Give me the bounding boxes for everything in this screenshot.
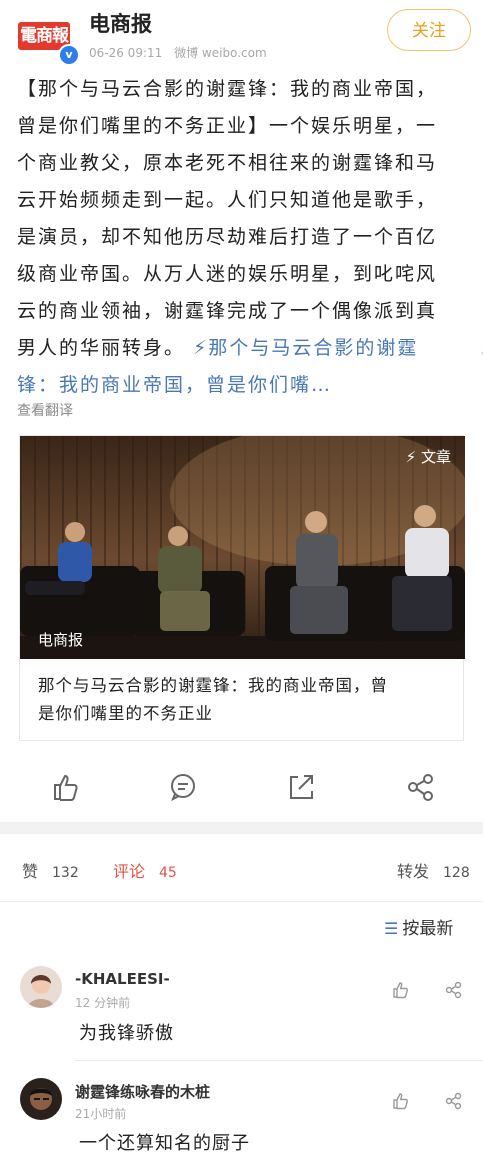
likes-label: 赞 (22, 862, 39, 881)
commenter-avatar-image (20, 1078, 62, 1120)
comment-author[interactable]: -KHALEESI- (75, 970, 170, 988)
author-name[interactable]: 电商报 (89, 8, 152, 38)
article-link-continued[interactable]: 锋：我的商业帝国，曾是你们嘴… (17, 367, 466, 404)
comment-like-icon[interactable] (391, 980, 411, 1000)
comments-count: 45 (159, 865, 177, 881)
verified-badge-icon: v (58, 44, 80, 66)
post-meta: 06-26 09:11 微博 weibo.com (89, 44, 275, 61)
article-tag: ⚡ 文章 (405, 448, 451, 466)
translate-link[interactable]: 查看翻译 (17, 400, 73, 420)
avatar[interactable] (20, 1078, 62, 1120)
post-source: 微博 weibo.com (174, 46, 267, 60)
like-icon[interactable] (48, 770, 82, 804)
divider (75, 1060, 483, 1061)
post-line: 【那个与马云合影的谢霆锋：我的商业帝国， (17, 78, 438, 100)
reposts-label: 转发 (397, 862, 430, 881)
article-photo: ⚡ 文章 电商报 (20, 436, 465, 659)
post-text: 【那个与马云合影的谢霆锋：我的商业帝国， 曾是你们嘴里的不务正业】一个娱乐明星，… (17, 71, 466, 404)
post-line: 云开始频频走到一起。人们只知道他是歌手， (17, 189, 438, 211)
action-bar (0, 760, 483, 820)
comment-icon[interactable] (166, 770, 200, 804)
likes-stat[interactable]: 赞 132 (22, 858, 79, 882)
sort-icon: ☰ (384, 919, 399, 938)
avatar[interactable] (20, 966, 62, 1008)
post-line: 个商业教父，原本老死不相往来的谢霆锋和马 (17, 152, 438, 174)
repost-icon[interactable] (284, 770, 318, 804)
comment-author[interactable]: 谢霆锋练咏春的木桩 (75, 1081, 210, 1102)
section-divider (0, 822, 483, 834)
follow-button[interactable]: 关注 (387, 9, 471, 51)
comment-share-icon[interactable] (444, 1091, 464, 1111)
comment-text: 一个还算知名的厨子 (79, 1133, 250, 1154)
commenter-avatar-image (20, 966, 62, 1008)
comment-like-icon[interactable] (391, 1091, 411, 1111)
article-link[interactable]: 那个与马云合影的谢霆 (208, 337, 418, 359)
post-line: 曾是你们嘴里的不务正业】一个娱乐明星，一 (17, 115, 438, 137)
side-arrow-icon[interactable]: 〈 (458, 322, 483, 380)
divider (0, 901, 483, 902)
article-tag-label: 文章 (420, 448, 451, 466)
article-title-line: 是你们嘴里的不务正业 (38, 704, 213, 723)
reposts-stat[interactable]: 转发 128 (397, 858, 470, 882)
comment-time: 21小时前 (75, 1107, 127, 1121)
post-line: 是演员，却不知他历尽劫难后打造了一个百亿 (17, 226, 438, 248)
event-photo-image (20, 436, 465, 659)
article-title[interactable]: 那个与马云合影的谢霆锋：我的商业帝国，曾 是你们嘴里的不务正业 (38, 672, 446, 728)
sort-button[interactable]: ☰ 按最新 (384, 914, 453, 939)
lightning-link-icon: ⚡ (193, 337, 209, 359)
reposts-count: 128 (443, 865, 470, 881)
article-title-line: 那个与马云合影的谢霆锋：我的商业帝国，曾 (38, 676, 388, 695)
comments-label: 评论 (113, 862, 146, 881)
author-avatar[interactable]: 電商報 v (18, 18, 80, 66)
article-card[interactable]: ⚡ 文章 电商报 那个与马云合影的谢霆锋：我的商业帝国，曾 是你们嘴里的不务正业 (19, 435, 465, 741)
post-line: 男人的华丽转身。 ⚡那个与马云合影的谢霆 (17, 330, 466, 367)
comment-time: 12 分钟前 (75, 996, 131, 1010)
share-icon[interactable] (404, 770, 438, 804)
comment-text: 为我锋骄傲 (79, 1023, 174, 1044)
comment-share-icon[interactable] (444, 980, 464, 1000)
post-time: 06-26 09:11 (89, 46, 163, 60)
post-line-text: 男人的华丽转身。 (17, 337, 186, 359)
likes-count: 132 (52, 865, 79, 881)
sort-label: 按最新 (402, 919, 454, 939)
post-line: 云的商业领袖，谢霆锋完成了一个偶像派到真 (17, 300, 438, 322)
post-line: 级商业帝国。从万人迷的娱乐明星，到叱咤风 (17, 263, 438, 285)
comments-tab[interactable]: 评论 45 (113, 858, 177, 882)
photo-watermark: 电商报 (38, 631, 84, 649)
